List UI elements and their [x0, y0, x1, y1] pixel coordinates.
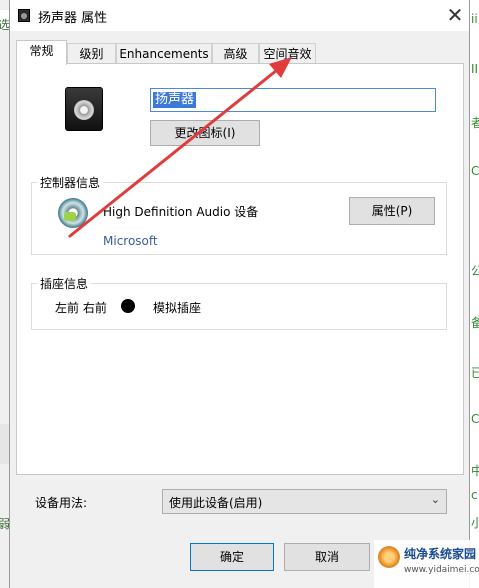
controller-vendor: Microsoft: [103, 234, 158, 248]
tab-strip: 常规 级别 Enhancements 高级 空间音效: [10, 40, 469, 65]
watermark: 纯净系统家园 www.yidaimei.com: [374, 540, 479, 588]
background-text: 小: [471, 516, 479, 530]
watermark-url: www.yidaimei.com: [404, 565, 479, 575]
speaker-icon: [65, 87, 103, 131]
tab-general[interactable]: 常规: [16, 40, 67, 65]
background-text: II: [471, 62, 479, 76]
audio-device-icon: [58, 198, 88, 228]
device-name-field[interactable]: 扬声器: [150, 88, 436, 112]
ok-button[interactable]: 确定: [190, 543, 274, 571]
background-text: 中: [471, 464, 479, 478]
jack-position: 左前 右前: [55, 301, 107, 315]
background-text: ii: [471, 12, 478, 26]
device-usage-value: 使用此设备(启用): [169, 496, 263, 510]
background-text: 者: [471, 116, 479, 130]
jack-group-title: 插座信息: [37, 275, 92, 292]
tab-spatial-sound[interactable]: 空间音效: [259, 43, 316, 64]
background-text: 备: [471, 316, 479, 330]
background-window-left: 选 弱: [0, 0, 10, 588]
background-text: C: [471, 164, 479, 178]
watermark-logo-icon: [378, 546, 400, 568]
background-text: 公: [471, 264, 479, 278]
device-usage-label: 设备用法:: [35, 496, 88, 510]
controller-group-title: 控制器信息: [37, 174, 104, 191]
watermark-title: 纯净系统家园: [404, 547, 477, 561]
device-name-value: 扬声器: [153, 92, 197, 108]
window-title: 扬声器 属性: [38, 11, 108, 26]
tab-enhancements[interactable]: Enhancements: [116, 43, 212, 64]
background-window-right: ii II 者 C 公 备 已 C 中 c 小: [470, 0, 479, 588]
close-button[interactable]: ✕: [442, 2, 468, 28]
background-text: 已: [471, 366, 479, 380]
speaker-cone: [74, 100, 94, 120]
tab-levels[interactable]: 级别: [67, 43, 116, 64]
controller-properties-button[interactable]: 属性(P): [349, 197, 435, 225]
background-text: C: [471, 412, 479, 426]
title-bar[interactable]: 扬声器 属性 ✕: [10, 0, 469, 31]
jack-color-dot: [121, 299, 135, 313]
chevron-down-icon: ⌄: [430, 493, 440, 506]
jack-type: 模拟插座: [153, 301, 202, 315]
background-text: c: [471, 488, 478, 502]
controller-name: High Definition Audio 设备: [103, 205, 259, 219]
close-icon: ✕: [446, 3, 464, 27]
audio-device-icon-detail: [64, 212, 76, 221]
cancel-button[interactable]: 取消: [284, 543, 370, 571]
change-icon-button[interactable]: 更改图标(I): [150, 120, 260, 146]
device-usage-select[interactable]: 使用此设备(启用) ⌄: [162, 489, 447, 514]
tab-advanced[interactable]: 高级: [212, 43, 259, 64]
background-band: [0, 424, 9, 464]
speaker-app-icon: [18, 9, 30, 22]
